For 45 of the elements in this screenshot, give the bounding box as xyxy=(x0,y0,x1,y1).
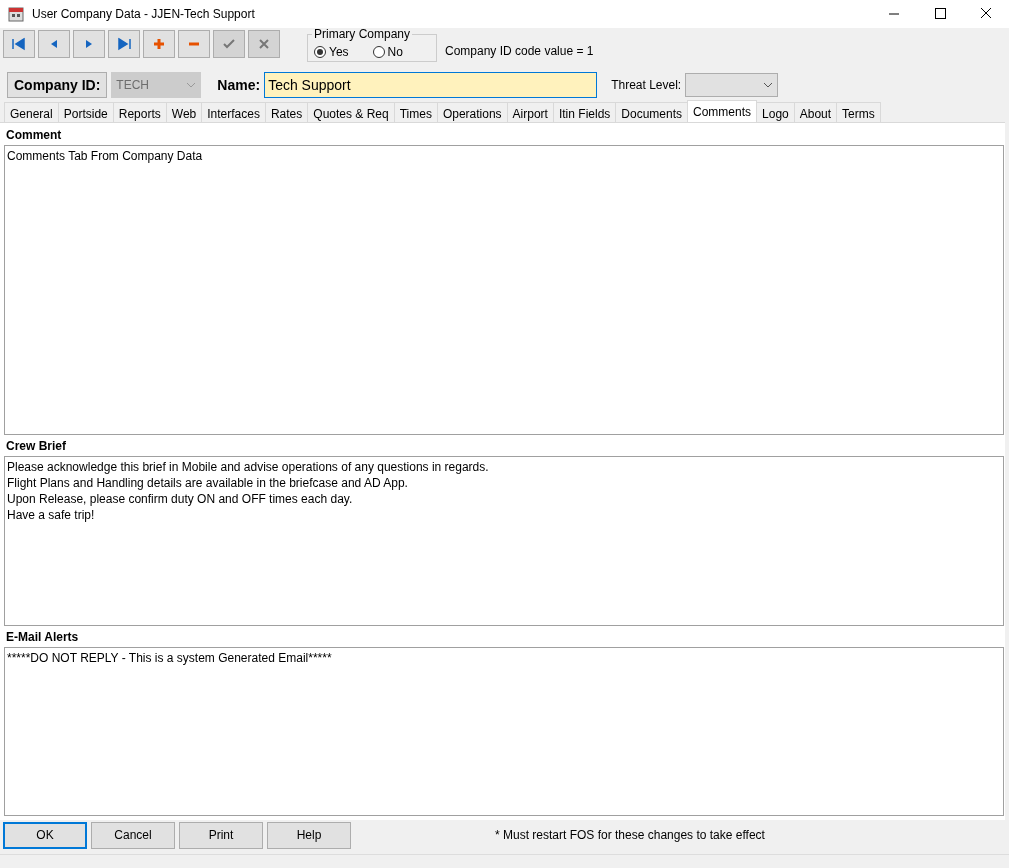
radio-label: Yes xyxy=(329,44,349,61)
footer-note: * Must restart FOS for these changes to take effect xyxy=(495,827,765,844)
dialog-button[interactable]: OK xyxy=(3,821,87,849)
company-id-button[interactable]: Company ID: xyxy=(7,72,108,98)
dialog-button[interactable]: Print xyxy=(179,821,263,849)
text-area[interactable]: Comments Tab From Company Data xyxy=(4,145,1004,435)
chevron-down-icon xyxy=(186,82,197,88)
radio-option[interactable]: No xyxy=(372,43,403,61)
first-record-icon xyxy=(11,36,27,52)
name-label: Name: xyxy=(217,75,261,95)
radio-button[interactable] xyxy=(314,46,326,58)
chevron-down-icon xyxy=(763,82,774,88)
name-input[interactable]: Tech Support xyxy=(264,72,598,98)
dialog-button[interactable]: Help xyxy=(267,821,351,849)
tab[interactable]: Quotes & Req xyxy=(307,102,395,122)
dialog-button[interactable]: Cancel xyxy=(91,821,175,849)
text-area[interactable]: *****DO NOT REPLY - This is a system Generated Email***** xyxy=(4,647,1004,816)
tab[interactable]: Airport xyxy=(506,102,554,122)
tab[interactable]: Comments xyxy=(687,100,758,122)
minus-button[interactable] xyxy=(178,30,210,58)
tab[interactable]: Logo xyxy=(756,102,795,122)
tab[interactable]: General xyxy=(4,102,59,122)
next-record-button[interactable] xyxy=(73,30,105,58)
first-record-button[interactable] xyxy=(3,30,35,58)
radio-label: No xyxy=(387,44,403,61)
company-id-value: TECH xyxy=(116,77,149,94)
tab[interactable]: Terms xyxy=(836,102,881,122)
plus-button[interactable] xyxy=(143,30,175,58)
company-id-code-text: Company ID code value = 1 xyxy=(445,43,594,60)
tab[interactable]: Reports xyxy=(112,102,167,122)
section-label: Comment xyxy=(6,127,63,144)
threat-level-label: Threat Level: xyxy=(611,77,682,94)
previous-record-button[interactable] xyxy=(38,30,70,58)
section-label: E-Mail Alerts xyxy=(6,629,80,646)
last-record-icon xyxy=(116,36,132,52)
text-area[interactable]: Please acknowledge this brief in Mobile and advise operations of any questions in regards. Flight Plans and Handling details are available in the briefcase and AD App. Upon Release, please confirm duty ON and OFF times each day. Have a safe trip! xyxy=(4,456,1004,626)
section-label: Crew Brief xyxy=(6,438,68,455)
radio-button[interactable] xyxy=(372,46,385,58)
app-calendar-icon xyxy=(8,6,24,22)
group-title: Primary Company xyxy=(312,28,413,40)
radio-option[interactable]: Yes xyxy=(314,43,349,61)
tab[interactable]: Operations xyxy=(436,102,508,122)
plus-icon xyxy=(151,36,167,52)
window-title: User Company Data - JJEN-Tech Support xyxy=(32,6,255,23)
last-record-button[interactable] xyxy=(108,30,140,58)
